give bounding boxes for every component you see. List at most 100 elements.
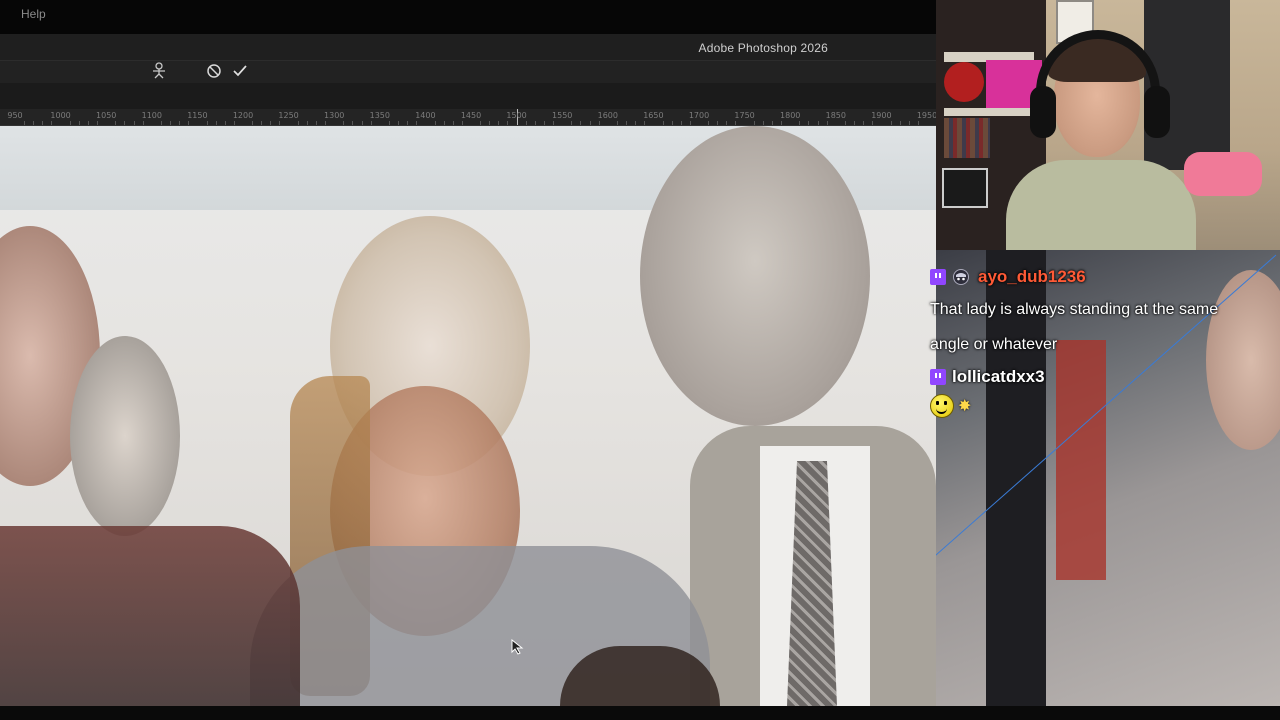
chat-message-text: angle or whatever: [930, 336, 1058, 353]
twitch-chat: ayo_dub1236 That lady is always standing…: [930, 262, 1275, 426]
ruler-minor-tick: [315, 121, 317, 125]
ruler-minor-tick: [343, 121, 345, 125]
commit-check-icon[interactable]: [231, 62, 249, 80]
cancel-icon[interactable]: [205, 62, 223, 80]
ruler-minor-tick: [598, 121, 600, 125]
ruler-minor-tick: [233, 121, 235, 125]
ruler-tick-label: 1250: [278, 111, 299, 120]
ruler-minor-tick: [662, 121, 664, 125]
ruler-minor-tick: [726, 121, 728, 125]
ruler-tick-label: 1900: [871, 111, 892, 120]
ruler-minor-tick: [352, 121, 354, 125]
ruler-minor-tick: [626, 121, 628, 125]
bottom-letterbox: [0, 706, 1280, 720]
ruler-tick-label: 1950: [916, 111, 938, 120]
webcam-shelf-slot: [944, 108, 1034, 116]
ruler-minor-tick: [33, 121, 35, 125]
ruler-minor-tick: [361, 121, 363, 125]
ruler-minor-tick: [854, 121, 856, 125]
ruler-minor-tick: [781, 121, 783, 125]
ruler-minor-tick: [899, 121, 901, 125]
ruler-minor-tick: [863, 121, 865, 125]
ruler-minor-tick: [443, 121, 445, 125]
ruler-minor-tick: [306, 121, 308, 125]
ruler-tick-label: 1800: [780, 111, 801, 120]
ruler-tick-label: 1450: [460, 111, 482, 120]
ruler-minor-tick: [717, 121, 719, 125]
chat-message: ayo_dub1236 That lady is always standing…: [930, 262, 1275, 362]
ruler-minor-tick: [270, 121, 272, 125]
chat-username[interactable]: ayo_dub1236: [978, 267, 1086, 287]
photo-woman-left-head: [70, 336, 180, 536]
ruler-minor-tick: [635, 121, 637, 125]
ruler-minor-tick: [279, 121, 281, 125]
ruler-minor-tick: [51, 121, 53, 125]
ruler-minor-tick: [215, 121, 217, 125]
ruler-minor-tick: [826, 121, 828, 125]
ruler-minor-tick: [680, 121, 682, 125]
ruler-tick-label: 1500: [506, 111, 527, 120]
ruler-minor-tick: [42, 121, 44, 125]
ruler-minor-tick: [817, 121, 819, 125]
webcam-feed: [936, 0, 1280, 250]
chat-username[interactable]: lollicatdxx3: [952, 367, 1045, 387]
ruler-minor-tick: [489, 121, 491, 125]
ruler-minor-tick: [771, 121, 773, 125]
menu-help[interactable]: Help: [21, 7, 46, 21]
ruler-tick-label: 1700: [688, 111, 710, 120]
twitch-badge-icon: [930, 269, 946, 285]
ruler-tick-label: 1150: [187, 111, 208, 120]
ruler-minor-tick: [206, 121, 208, 125]
bandana-badge-icon: [953, 269, 969, 285]
horizontal-ruler[interactable]: 950 1000 1050 1100 1150 1200 1250 1300 1350 1400 1…: [0, 109, 938, 126]
ruler-minor-tick: [689, 121, 691, 125]
ruler-minor-tick: [124, 121, 126, 125]
ruler-minor-tick: [325, 121, 327, 125]
ruler-tick-label: 1550: [552, 111, 573, 120]
ruler-minor-tick: [370, 121, 372, 125]
ruler-tick-label: 1000: [50, 111, 71, 120]
microphone-icon: [1184, 152, 1262, 196]
ruler-minor-tick: [388, 121, 390, 125]
headphone-cup-left: [1030, 86, 1056, 138]
ruler-tick-label: 1200: [232, 111, 254, 120]
ruler-minor-tick: [616, 121, 618, 125]
ruler-minor-tick: [69, 121, 71, 125]
title-bar: Adobe Photoshop 2026: [0, 34, 936, 60]
toolbar-spacer: [0, 83, 936, 109]
ruler-minor-tick: [480, 121, 482, 125]
photo-left-bodies: [0, 526, 300, 706]
ruler-minor-tick: [735, 121, 737, 125]
ruler-tick-label: 1100: [141, 111, 162, 120]
ruler-tick-label: 1600: [597, 111, 618, 120]
ruler-minor-tick: [553, 121, 555, 125]
ruler-tick-label: 1400: [415, 111, 436, 120]
menu-bar: Help: [0, 0, 936, 34]
chat-message: lollicatdxx3 ✸: [930, 362, 1275, 420]
webcam-books: [944, 118, 990, 158]
smiley-emote-icon: [930, 394, 954, 418]
ruler-minor-tick: [917, 121, 919, 125]
ruler-minor-tick: [434, 121, 436, 125]
ruler-tick-label: 1650: [643, 111, 664, 120]
ruler-tick-label: 1300: [324, 111, 345, 120]
ruler-minor-tick: [808, 121, 810, 125]
puppet-warp-icon[interactable]: [150, 62, 168, 80]
ruler-minor-tick: [97, 121, 99, 125]
mouse-cursor-icon: [511, 639, 524, 655]
ruler-minor-tick: [671, 121, 673, 125]
ruler-minor-tick: [589, 121, 591, 125]
ruler-minor-tick: [407, 121, 409, 125]
ruler-minor-tick: [398, 121, 400, 125]
ruler-minor-tick: [844, 121, 846, 125]
document-canvas[interactable]: [0, 126, 936, 706]
ruler-minor-tick: [188, 121, 190, 125]
twitch-badge-icon: [930, 369, 946, 385]
ruler-tick-label: 1350: [369, 111, 390, 120]
ruler-minor-tick: [534, 121, 536, 125]
ruler-minor-tick: [908, 121, 910, 125]
ruler-tick-label: 950: [7, 111, 23, 120]
options-bar: [0, 60, 936, 83]
ruler-minor-tick: [416, 121, 418, 125]
ruler-minor-tick: [571, 121, 573, 125]
